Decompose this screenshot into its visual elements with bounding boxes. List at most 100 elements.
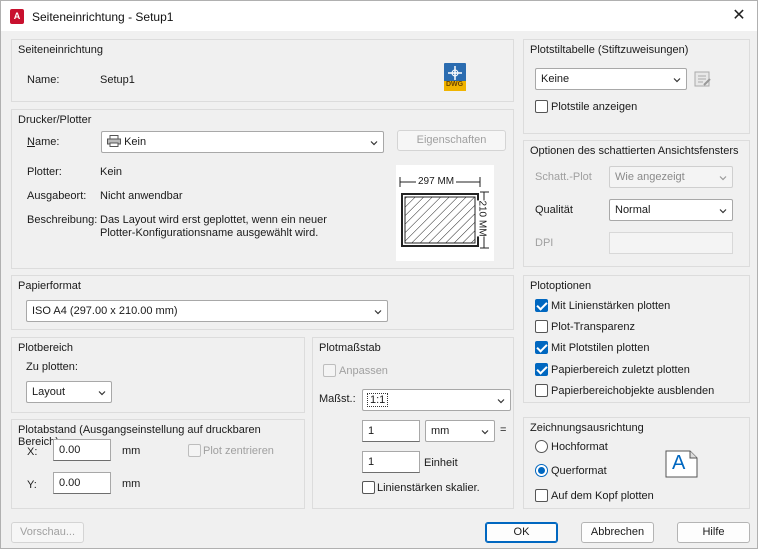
chevron-down-icon bbox=[370, 141, 378, 146]
plot-upside-down-checkbox[interactable] bbox=[535, 489, 548, 502]
plot-area-group: Plotbereich Zu plotten: Layout bbox=[11, 337, 305, 413]
what-to-plot-dropdown[interactable]: Layout bbox=[26, 381, 112, 403]
page-setup-title: Seiteneinrichtung bbox=[18, 44, 104, 56]
plot-style-table-dropdown[interactable]: Keine bbox=[535, 68, 687, 90]
page-setup-group: Seiteneinrichtung Name: Setup1 DWG bbox=[11, 39, 514, 102]
description-line-1: Das Layout wird erst geplottet, wenn ein… bbox=[100, 214, 327, 226]
chevron-down-icon bbox=[98, 391, 106, 396]
hide-paperspace-objects-checkbox[interactable] bbox=[535, 384, 548, 397]
paper-size-value: ISO A4 (297.00 x 210.00 mm) bbox=[32, 305, 178, 317]
shade-plot-value: Wie angezeigt bbox=[615, 171, 685, 183]
preview-button[interactable]: Vorschau... bbox=[11, 522, 84, 543]
quality-label: Qualität bbox=[535, 204, 573, 216]
shaded-viewport-title: Optionen des schattierten Ansichtsfenste… bbox=[530, 145, 739, 157]
paper-size-dropdown[interactable]: ISO A4 (297.00 x 210.00 mm) bbox=[26, 300, 388, 322]
center-plot-checkbox[interactable] bbox=[188, 444, 201, 457]
plot-options-title: Plotoptionen bbox=[530, 280, 592, 292]
quality-value: Normal bbox=[615, 204, 651, 216]
page-setup-name-value: Setup1 bbox=[100, 74, 135, 86]
chevron-down-icon bbox=[497, 399, 505, 404]
plot-option-label: Mit Linienstärken plotten bbox=[551, 300, 671, 312]
plot-style-table-title: Plotstiltabelle (Stiftzuweisungen) bbox=[530, 44, 689, 56]
offset-y-unit: mm bbox=[122, 478, 141, 490]
ok-button[interactable]: OK bbox=[485, 522, 558, 543]
cancel-button[interactable]: Abbrechen bbox=[581, 522, 654, 543]
what-to-plot-value: Layout bbox=[32, 386, 66, 398]
chevron-down-icon bbox=[719, 176, 727, 181]
preview-width-label: 297 MM bbox=[416, 176, 457, 187]
shaded-viewport-group: Optionen des schattierten Ansichtsfenste… bbox=[523, 140, 750, 267]
dpi-label: DPI bbox=[535, 237, 554, 249]
portrait-radio[interactable] bbox=[535, 440, 548, 453]
edit-plot-style-icon[interactable] bbox=[694, 71, 712, 88]
close-button[interactable]: ✕ bbox=[727, 4, 751, 28]
scale-numerator-input[interactable]: 1 bbox=[362, 420, 420, 442]
plot-lineweights-checkbox[interactable] bbox=[535, 299, 548, 312]
plot-option-label: Papierbereichobjekte ausblenden bbox=[551, 385, 715, 397]
quality-dropdown[interactable]: Normal bbox=[609, 199, 733, 221]
offset-y-input[interactable]: 0.00 bbox=[53, 472, 111, 494]
orientation-icon-letter: A bbox=[672, 452, 686, 474]
paper-preview: 297 MM 210 MM bbox=[396, 165, 494, 261]
show-plot-styles-checkbox[interactable] bbox=[535, 100, 548, 113]
title-bar: A Seiteneinrichtung - Setup1 ✕ bbox=[1, 1, 757, 31]
scale-unit-label: Einheit bbox=[424, 457, 458, 469]
help-button[interactable]: Hilfe bbox=[677, 522, 750, 543]
properties-button[interactable]: Eigenschaften bbox=[397, 130, 506, 151]
fit-to-paper-label: Anpassen bbox=[339, 365, 388, 377]
window-title: Seiteneinrichtung - Setup1 bbox=[32, 10, 174, 24]
landscape-radio[interactable] bbox=[535, 464, 548, 477]
orientation-title: Zeichnungsausrichtung bbox=[530, 422, 644, 434]
preview-height-label: 210 MM bbox=[476, 200, 488, 237]
chevron-down-icon bbox=[719, 209, 727, 214]
landscape-label: Querformat bbox=[551, 465, 607, 477]
printer-name-value: Kein bbox=[124, 136, 147, 148]
printer-name-dropdown[interactable]: Kein bbox=[101, 131, 384, 153]
show-plot-styles-label: Plotstile anzeigen bbox=[551, 101, 638, 113]
chevron-down-icon bbox=[481, 430, 489, 435]
fit-to-paper-checkbox[interactable] bbox=[323, 364, 336, 377]
plot-with-styles-checkbox[interactable] bbox=[535, 341, 548, 354]
scale-lineweights-label: Linienstärken skalier. bbox=[377, 482, 480, 494]
printer-name-label-rest: ame: bbox=[34, 136, 60, 148]
portrait-label: Hochformat bbox=[551, 441, 608, 453]
offset-x-label: X: bbox=[27, 446, 38, 458]
plot-options-group: Plotoptionen Mit Linienstärken plotten P… bbox=[523, 275, 750, 403]
what-to-plot-label: Zu plotten: bbox=[26, 361, 78, 373]
plot-scale-title: Plotmaßstab bbox=[319, 342, 381, 354]
plot-paperspace-last-checkbox[interactable] bbox=[535, 363, 548, 376]
scale-value: 1:1 bbox=[366, 393, 389, 407]
autocad-app-icon: A bbox=[10, 9, 24, 24]
printer-plotter-group: Drucker/Plotter Name: Kein Eigenschaften… bbox=[11, 109, 514, 269]
page-setup-dialog: A Seiteneinrichtung - Setup1 ✕ Seitenein… bbox=[0, 0, 758, 549]
plot-upside-down-label: Auf dem Kopf plotten bbox=[551, 490, 654, 502]
shade-plot-label: Schatt.-Plot bbox=[535, 171, 592, 183]
plot-offset-group: Plotabstand (Ausgangseinstellung auf dru… bbox=[11, 419, 305, 509]
offset-x-input[interactable]: 0.00 bbox=[53, 439, 111, 461]
offset-y-label: Y: bbox=[27, 479, 37, 491]
plotter-label: Plotter: bbox=[27, 166, 62, 178]
paper-size-title: Papierformat bbox=[18, 280, 81, 292]
shade-plot-dropdown[interactable]: Wie angezeigt bbox=[609, 166, 733, 188]
printer-title: Drucker/Plotter bbox=[18, 114, 92, 126]
plot-option-label: Mit Plotstilen plotten bbox=[551, 342, 650, 354]
plot-transparency-checkbox[interactable] bbox=[535, 320, 548, 333]
scale-label: Maßst.: bbox=[319, 393, 356, 405]
chevron-down-icon bbox=[374, 310, 382, 315]
page-setup-name-label: Name: bbox=[27, 74, 60, 86]
dpi-input[interactable] bbox=[609, 232, 733, 254]
plot-option-label: Plot-Transparenz bbox=[551, 321, 635, 333]
plotter-value: Kein bbox=[100, 166, 123, 178]
landscape-orientation-icon: A bbox=[665, 450, 698, 478]
scale-denominator-input[interactable]: 1 bbox=[362, 451, 420, 473]
close-icon: ✕ bbox=[732, 7, 746, 24]
output-location-label: Ausgabeort: bbox=[27, 190, 87, 202]
scale-unit-dropdown[interactable]: mm bbox=[425, 420, 495, 442]
plot-area-title: Plotbereich bbox=[18, 342, 74, 354]
plot-scale-group: Plotmaßstab Anpassen Maßst.: 1:1 1 mm = … bbox=[312, 337, 514, 509]
chevron-down-icon bbox=[673, 78, 681, 83]
equals-sign: = bbox=[500, 424, 507, 436]
scale-lineweights-checkbox[interactable] bbox=[362, 481, 375, 494]
scale-dropdown[interactable]: 1:1 bbox=[362, 389, 511, 411]
drawing-orientation-group: Zeichnungsausrichtung Hochformat Querfor… bbox=[523, 417, 750, 509]
